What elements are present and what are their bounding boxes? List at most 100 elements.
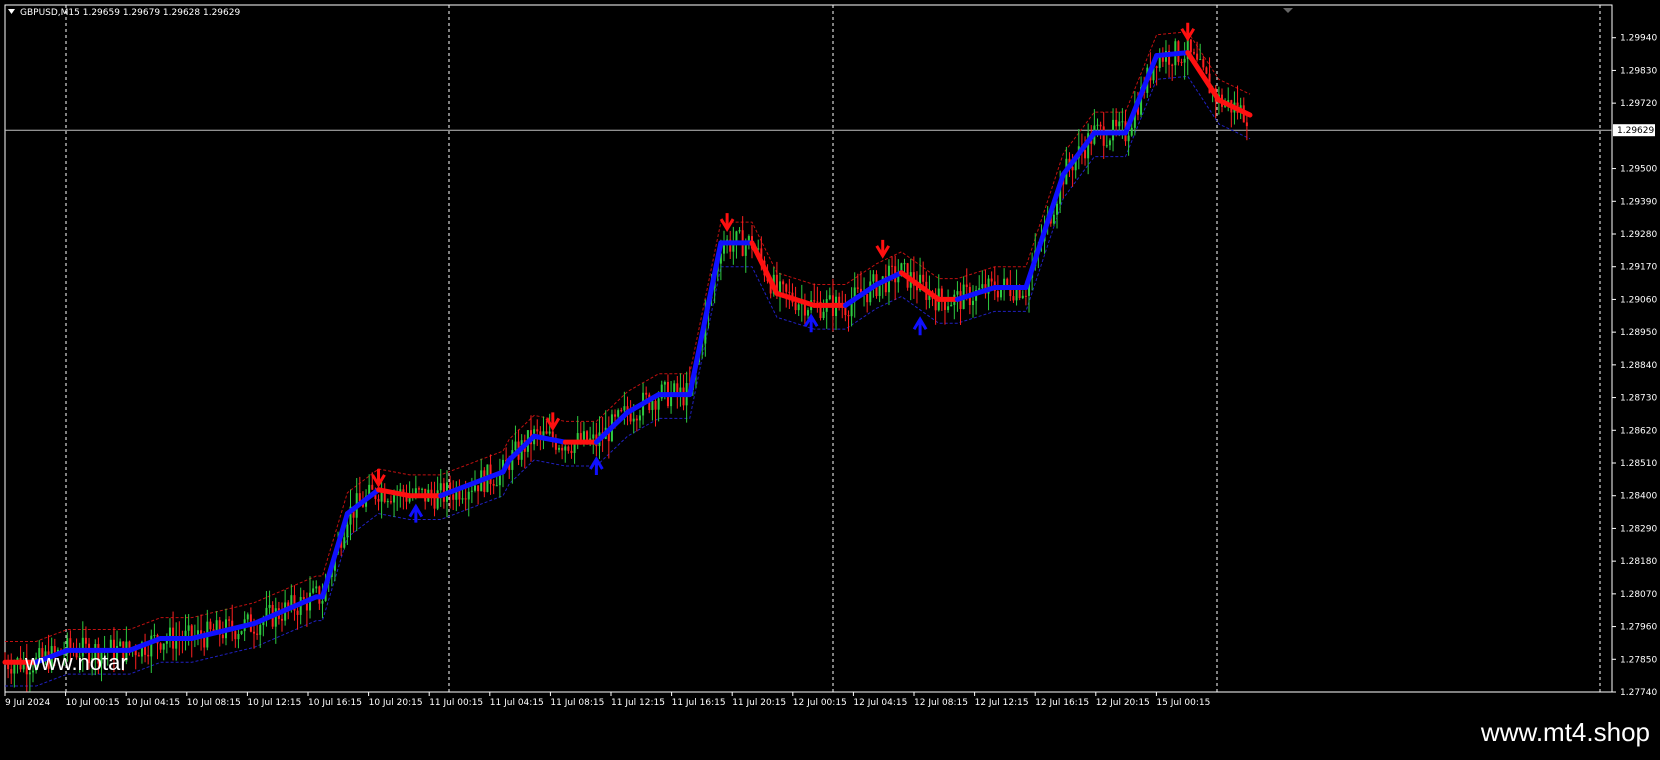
candle-body	[1189, 39, 1192, 53]
y-tick-label: 1.28180	[1620, 557, 1657, 567]
candle-body	[782, 281, 785, 285]
candle-body	[623, 406, 626, 411]
candle-body	[228, 619, 231, 621]
candle-body	[237, 633, 240, 640]
candle-body	[296, 610, 299, 615]
price-chart[interactable]: 1.29940 1.29830 1.29720 1.29500 1.29390 1.292…	[0, 0, 1660, 756]
x-tick-label: 11 Jul 08:15	[550, 698, 604, 708]
x-tick-label: 10 Jul 00:15	[66, 698, 120, 708]
candle-body	[346, 524, 349, 538]
x-tick-label: 10 Jul 12:15	[247, 698, 301, 708]
candle-body	[159, 643, 162, 650]
candle-body	[439, 483, 442, 491]
candle-body	[797, 304, 800, 311]
candle-body	[1245, 122, 1248, 127]
candle-body	[570, 450, 573, 454]
y-tick-label: 1.27740	[1620, 688, 1657, 698]
candle-body	[1056, 203, 1059, 215]
candle-body	[473, 485, 476, 491]
candle-body	[847, 315, 850, 317]
y-tick-label: 1.28620	[1620, 426, 1657, 436]
x-tick-label: 12 Jul 08:15	[914, 698, 968, 708]
candle-body	[1084, 150, 1087, 159]
candle-body	[651, 400, 654, 411]
candle-body	[187, 625, 190, 631]
chart-watermark: www.notar	[25, 650, 128, 675]
candle-body	[302, 597, 305, 600]
y-tick-label: 1.29280	[1620, 230, 1657, 240]
candle-body	[1199, 59, 1202, 61]
candle-body	[738, 230, 741, 232]
candle-body	[872, 274, 875, 282]
candle-body	[629, 413, 632, 422]
candle-body	[965, 284, 968, 287]
candle-body	[240, 631, 243, 634]
candle-body	[274, 608, 277, 627]
x-tick-label: 10 Jul 04:15	[126, 698, 180, 708]
x-tick-label: 10 Jul 16:15	[308, 698, 362, 708]
candle-body	[785, 284, 788, 292]
candle-body	[1171, 64, 1174, 66]
candle-body	[221, 634, 224, 639]
candle-body	[162, 643, 165, 650]
candle-body	[209, 621, 212, 630]
candle-body	[1155, 66, 1158, 68]
candle-body	[1183, 58, 1186, 63]
candle-body	[614, 414, 617, 417]
candle-body	[495, 485, 498, 487]
candle-body	[259, 625, 262, 635]
y-tick-label: 1.28510	[1620, 459, 1657, 469]
candle-body	[452, 494, 455, 500]
candle-body	[1205, 67, 1208, 74]
candle-body	[844, 307, 847, 316]
x-tick-label: 9 Jul 2024	[5, 698, 50, 708]
x-tick-label: 12 Jul 16:15	[1035, 698, 1089, 708]
candle-body	[386, 501, 389, 503]
candle-body	[794, 302, 797, 311]
candle-body	[816, 301, 819, 303]
candle-body	[1118, 121, 1121, 127]
candle-body	[153, 635, 156, 637]
candle-body	[234, 631, 237, 640]
candle-body	[545, 431, 548, 434]
candle-body	[822, 311, 825, 319]
y-tick-label: 1.29940	[1620, 34, 1657, 44]
candle-body	[990, 278, 993, 282]
x-tick-label: 11 Jul 16:15	[672, 698, 726, 708]
candle-body	[788, 291, 791, 293]
x-tick-label: 11 Jul 00:15	[429, 698, 483, 708]
y-tick-label: 1.28730	[1620, 394, 1657, 404]
candle-body	[548, 431, 551, 434]
candle-body	[1006, 278, 1009, 286]
y-tick-label: 1.29500	[1620, 165, 1657, 175]
candle-body	[828, 295, 831, 300]
candle-body	[971, 300, 974, 306]
candle-body	[1196, 53, 1199, 60]
chart-background	[0, 0, 1660, 715]
candle-body	[1202, 59, 1205, 68]
candle-body	[1115, 119, 1118, 127]
candle-body	[632, 418, 635, 422]
candle-body	[542, 431, 545, 436]
x-tick-label: 12 Jul 12:15	[975, 698, 1029, 708]
candle-body	[1024, 295, 1027, 297]
candle-body	[956, 291, 959, 295]
candle-body	[617, 410, 620, 417]
candle-body	[981, 284, 984, 289]
candle-body	[492, 483, 495, 486]
candle-body	[592, 434, 595, 439]
candle-body	[1071, 166, 1074, 171]
candle-body	[464, 498, 467, 500]
chart-canvas[interactable]: 1.29940 1.29830 1.29720 1.29500 1.29390 1.292…	[0, 0, 1660, 756]
symbol-info: GBPUSD,M15 1.29659 1.29679 1.29628 1.296…	[20, 8, 240, 18]
candle-body	[514, 441, 517, 451]
candle-body	[891, 265, 894, 267]
candle-body	[866, 293, 869, 303]
y-tick-label: 1.28840	[1620, 361, 1657, 371]
candle-body	[1192, 52, 1195, 54]
y-tick-label: 1.28290	[1620, 524, 1657, 534]
candle-body	[377, 498, 380, 502]
candle-body	[13, 664, 16, 674]
candle-body	[10, 669, 13, 674]
candle-body	[635, 418, 638, 421]
